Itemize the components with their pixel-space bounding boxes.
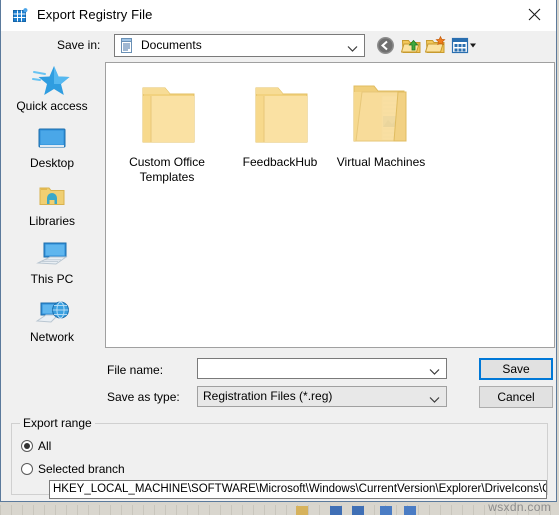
background-icon [352,506,364,515]
save-as-type-label: Save as type: [107,390,180,404]
monitor-icon [2,121,102,155]
background-icon [380,506,392,515]
file-list-view[interactable]: Custom Office Templates FeedbackHub Virt… [105,62,555,348]
window-title: Export Registry File [37,7,153,22]
list-item[interactable]: Custom Office Templates [115,73,219,185]
documents-folder-icon [119,38,134,53]
save-in-label: Save in: [57,38,101,52]
save-in-combobox[interactable]: Documents [114,34,365,57]
branch-path-input[interactable]: HKEY_LOCAL_MACHINE\SOFTWARE\Microsoft\Wi… [49,480,547,499]
watermark: wsxdn.com [488,500,551,514]
background-icon [404,506,416,515]
save-in-row: Save in: Documents [1,30,556,62]
sidebar-item-label: Libraries [28,214,76,228]
sidebar-item-quick-access[interactable]: Quick access [2,64,102,122]
sidebar-item-label: This PC [30,272,74,286]
radio-label: All [38,439,52,453]
save-as-type-select[interactable]: Registration Files (*.reg) [197,386,447,407]
folder-with-files-icon [318,73,444,155]
chevron-down-icon [347,42,358,56]
sidebar-item-label: Network [29,330,74,344]
folder-icon [228,73,332,155]
sidebar-item-this-pc[interactable]: This PC [2,237,102,295]
radio-selected-branch[interactable]: Selected branch [21,462,125,476]
radio-label: Selected branch [38,462,125,476]
libraries-folder-icon [2,179,102,213]
background-icon [330,506,342,515]
radio-export-all[interactable]: All [21,439,51,453]
folder-up-arrow-icon[interactable] [400,35,422,56]
cancel-button[interactable]: Cancel [479,386,553,408]
chevron-down-icon[interactable] [429,365,440,379]
title-bar: Export Registry File [1,0,556,31]
list-item-label: FeedbackHub [242,155,318,169]
network-globe-icon [2,295,102,329]
save-button[interactable]: Save [479,358,553,380]
back-arrow-icon[interactable] [375,35,396,56]
radio-indicator [21,463,33,475]
sidebar-item-label: Desktop [29,156,75,170]
export-range-group: Export range All Selected branch HKEY_LO… [11,416,548,499]
radio-indicator [21,440,33,452]
views-grid-icon[interactable] [450,35,478,56]
branch-path-value: HKEY_LOCAL_MACHINE\SOFTWARE\Microsoft\Wi… [53,483,547,495]
places-bar: Quick access Desktop Libraries This PC N… [2,62,102,348]
chevron-down-icon[interactable] [429,393,440,407]
background-taskbar-strip [0,505,559,515]
save-as-type-value: Registration Files (*.reg) [203,389,333,403]
sidebar-item-label: Quick access [16,99,88,113]
sidebar-item-network[interactable]: Network [2,295,102,353]
computer-icon [2,237,102,271]
close-icon[interactable] [512,0,556,29]
export-registry-file-dialog: Export Registry File Save in: Documents … [0,0,557,502]
registry-grid-icon [13,8,28,23]
star-icon [2,64,102,98]
list-item[interactable]: Virtual Machines [318,73,444,170]
sidebar-item-desktop[interactable]: Desktop [2,121,102,179]
new-folder-icon[interactable] [424,35,446,56]
sidebar-item-libraries[interactable]: Libraries [2,179,102,237]
export-range-legend: Export range [20,416,95,430]
folder-icon [115,73,219,155]
background-icon [296,506,308,515]
file-name-label: File name: [107,363,164,377]
list-item-label: Virtual Machines [336,155,426,169]
save-in-value: Documents [141,38,202,52]
list-item-label: Custom Office Templates [129,155,205,184]
list-item[interactable]: FeedbackHub [228,73,332,170]
file-name-input[interactable] [197,358,447,379]
